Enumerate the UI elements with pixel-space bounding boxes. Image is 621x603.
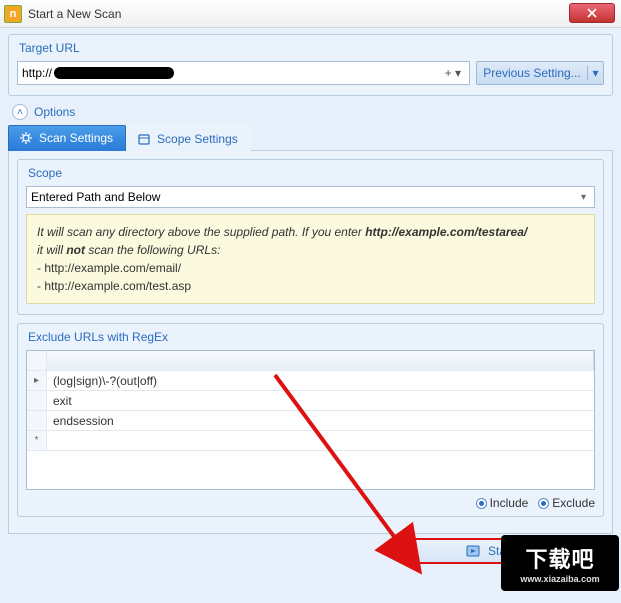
include-exclude-radios: Include Exclude [26,496,595,510]
start-row: Start Scan [8,534,613,564]
col-header [47,351,594,370]
radio-exclude-label: Exclude [552,496,595,510]
tab-scope-label: Scope Settings [157,132,238,146]
regex-cell[interactable]: endsession [47,411,594,430]
info-text: It will scan any directory above the sup… [37,225,365,239]
row-header [27,351,47,370]
info-url: http://example.com/testarea/ [365,225,527,239]
tab-scope-settings[interactable]: Scope Settings [126,125,251,151]
regex-cell[interactable]: (log|sign)\-?(out|off) [47,371,594,390]
radio-dot-icon [538,498,549,509]
target-url-input[interactable] [174,66,441,80]
tab-scan-label: Scan Settings [39,131,113,145]
table-row[interactable]: exit [27,391,594,411]
collapse-icon: ˄ [12,104,28,120]
options-toggle[interactable]: ˄ Options [12,104,613,120]
url-prefix: http:// [22,66,52,80]
regex-cell-empty[interactable] [47,431,594,450]
exclude-table[interactable]: ▸ (log|sign)\-?(out|off) exit endsession… [26,350,595,490]
exclude-group: Exclude URLs with RegEx ▸ (log|sign)\-?(… [17,323,604,517]
tab-body: Scope Entered Path and Below ▾ It will s… [8,151,613,534]
window-title: Start a New Scan [28,7,121,21]
table-header-row [27,351,594,371]
scope-dropdown[interactable]: Entered Path and Below ▾ [26,186,595,208]
app-icon: n [4,5,22,23]
info-bullet: - http://example.com/email/ [37,261,181,275]
options-label: Options [34,105,75,119]
row-indicator-icon: ▸ [27,371,47,390]
previous-settings-button[interactable]: Previous Setting... ▾ [476,61,604,85]
radio-dot-icon [476,498,487,509]
radio-include-label: Include [490,496,529,510]
target-url-group: Target URL http:// + ▾ Previous Setting.… [8,34,613,96]
radio-exclude[interactable]: Exclude [538,496,595,510]
radio-include[interactable]: Include [476,496,529,510]
start-scan-button[interactable]: Start Scan [405,538,605,564]
info-not: not [66,243,85,257]
info-text: scan the following URLs: [85,243,220,257]
tab-bar: Scan Settings Scope Settings [8,124,613,151]
title-bar: n Start a New Scan [0,0,621,28]
chevron-down-icon[interactable]: ▾ [587,66,603,80]
row-header [27,411,47,430]
previous-settings-label: Previous Setting... [477,66,587,80]
new-row-icon: * [27,431,47,450]
play-icon [466,544,480,558]
row-header [27,391,47,410]
start-scan-label: Start Scan [488,544,544,558]
watermark-url: www.xiazaiba.com [520,574,599,584]
target-url-title: Target URL [19,41,604,55]
regex-cell[interactable]: exit [47,391,594,410]
gear-icon [19,131,33,145]
scope-selected: Entered Path and Below [31,190,160,204]
chevron-down-icon: ▾ [577,192,590,203]
info-text: it will [37,243,66,257]
table-row[interactable]: ▸ (log|sign)\-?(out|off) [27,371,594,391]
scope-icon [137,132,151,146]
scope-group: Scope Entered Path and Below ▾ It will s… [17,159,604,315]
close-icon [587,8,597,18]
info-bullet: - http://example.com/test.asp [37,279,191,293]
table-row[interactable]: endsession [27,411,594,431]
scope-info: It will scan any directory above the sup… [26,214,595,304]
table-new-row[interactable]: * [27,431,594,451]
url-redacted [54,67,174,79]
target-url-input-wrap[interactable]: http:// + ▾ [17,61,470,85]
tab-scan-settings[interactable]: Scan Settings [8,125,126,151]
close-button[interactable] [569,3,615,23]
exclude-title: Exclude URLs with RegEx [28,330,595,344]
scope-title: Scope [28,166,595,180]
url-add-button[interactable]: + ▾ [441,66,465,80]
